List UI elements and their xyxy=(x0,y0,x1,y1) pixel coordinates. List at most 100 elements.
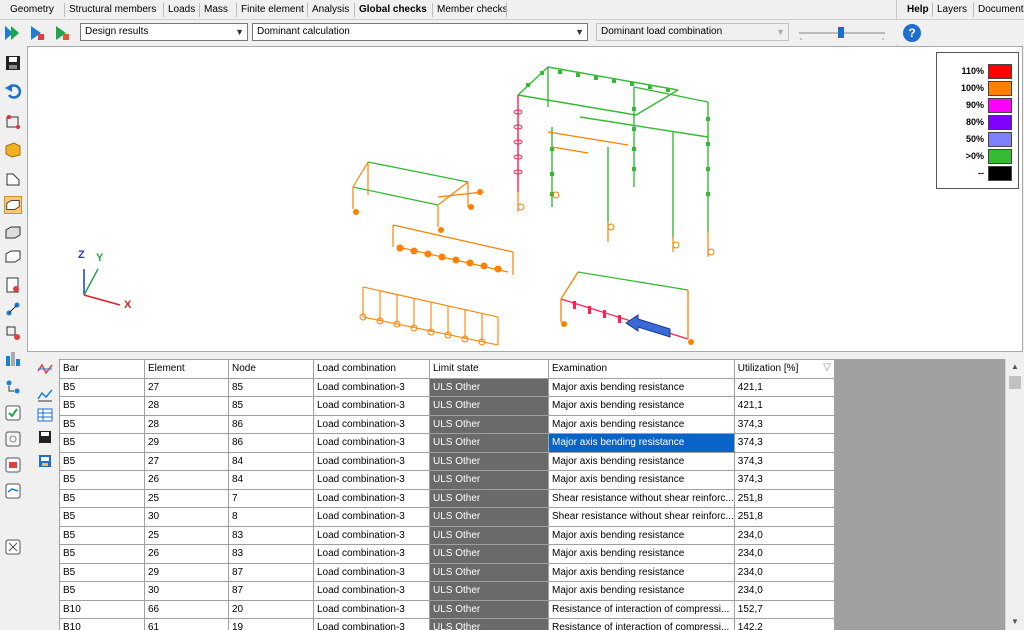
support-icon[interactable] xyxy=(4,324,22,342)
table-vertical-scrollbar[interactable]: ▲ ▼ xyxy=(1005,359,1023,630)
cell-utilization[interactable]: 251,8 xyxy=(733,488,835,508)
cell-load-combination[interactable]: Load combination-3 xyxy=(313,414,430,434)
box-icon[interactable] xyxy=(4,140,22,158)
cell-element[interactable]: 61 xyxy=(144,618,229,630)
column-header-load-combination[interactable]: Load combination xyxy=(313,359,430,379)
cell-load-combination[interactable]: Load combination-3 xyxy=(313,488,430,508)
cell-bar[interactable]: B5 xyxy=(59,470,145,490)
model-viewport-3d[interactable]: Z Y X xyxy=(27,46,1023,352)
table-icon[interactable] xyxy=(37,407,53,423)
cell-load-combination[interactable]: Load combination-3 xyxy=(313,581,430,601)
cell-node[interactable]: 87 xyxy=(228,581,314,601)
tab-loads[interactable]: Loads xyxy=(163,3,195,17)
cell-utilization[interactable]: 421,1 xyxy=(733,377,835,397)
cell-load-combination[interactable]: Load combination-3 xyxy=(313,433,430,453)
cell-node[interactable]: 83 xyxy=(228,544,314,564)
panel-splitter[interactable] xyxy=(27,352,1023,359)
cell-element[interactable]: 25 xyxy=(144,488,229,508)
cell-bar[interactable]: B5 xyxy=(59,581,145,601)
document-icon[interactable] xyxy=(4,276,22,294)
undo-icon[interactable] xyxy=(4,82,22,100)
cell-element[interactable]: 26 xyxy=(144,470,229,490)
cell-node[interactable]: 86 xyxy=(228,414,314,434)
cell-load-combination[interactable]: Load combination-3 xyxy=(313,470,430,490)
panel-icon[interactable] xyxy=(4,248,22,266)
column-header-bar[interactable]: Bar xyxy=(59,359,145,379)
cell-node[interactable]: 19 xyxy=(228,618,314,630)
connect-icon[interactable] xyxy=(4,378,22,396)
cell-node[interactable]: 84 xyxy=(228,451,314,471)
cell-limit-state[interactable]: ULS Other xyxy=(429,525,549,545)
cell-examination[interactable]: Resistance of interaction of compressi..… xyxy=(548,618,735,630)
cell-bar[interactable]: B5 xyxy=(59,507,145,527)
cell-bar[interactable]: B10 xyxy=(59,618,145,630)
report-icon[interactable] xyxy=(4,430,22,448)
save-table-icon[interactable] xyxy=(37,429,53,445)
cell-examination[interactable]: Major axis bending resistance xyxy=(548,377,735,397)
result-type-dropdown[interactable]: Design results ▼ xyxy=(80,23,248,41)
cell-limit-state[interactable]: ULS Other xyxy=(429,618,549,630)
column-header-element[interactable]: Element xyxy=(144,359,229,379)
cell-bar[interactable]: B5 xyxy=(59,525,145,545)
cell-utilization[interactable]: 374,3 xyxy=(733,451,835,471)
shape-icon[interactable] xyxy=(4,170,22,188)
cell-examination[interactable]: Resistance of interaction of compressi..… xyxy=(548,599,735,619)
tab-geometry[interactable]: Geometry xyxy=(6,3,54,17)
tab-layers[interactable]: Layers xyxy=(932,3,967,17)
table-row[interactable]: B5 30 8 Load combination-3 ULS Other Shear re… xyxy=(59,507,835,527)
cell-load-combination[interactable]: Load combination-3 xyxy=(313,451,430,471)
cell-element[interactable]: 25 xyxy=(144,525,229,545)
filter-icon[interactable] xyxy=(37,361,53,377)
cell-limit-state[interactable]: ULS Other xyxy=(429,396,549,416)
cell-limit-state[interactable]: ULS Other xyxy=(429,414,549,434)
cell-utilization[interactable]: 234,0 xyxy=(733,544,835,564)
cell-utilization[interactable]: 374,3 xyxy=(733,414,835,434)
cell-element[interactable]: 29 xyxy=(144,433,229,453)
cell-node[interactable]: 20 xyxy=(228,599,314,619)
cell-load-combination[interactable]: Load combination-3 xyxy=(313,377,430,397)
cell-bar[interactable]: B5 xyxy=(59,488,145,508)
cell-utilization[interactable]: 374,3 xyxy=(733,470,835,490)
table-row[interactable]: B5 28 85 Load combination-3 ULS Other Major a… xyxy=(59,396,835,416)
run-step-icon[interactable] xyxy=(28,24,46,42)
tab-document[interactable]: Document xyxy=(973,3,1024,17)
cell-limit-state[interactable]: ULS Other xyxy=(429,581,549,601)
cell-node[interactable]: 83 xyxy=(228,525,314,545)
print-icon[interactable] xyxy=(4,456,22,474)
graph-icon[interactable] xyxy=(37,387,53,403)
cell-utilization[interactable]: 251,8 xyxy=(733,507,835,527)
cell-load-combination[interactable]: Load combination-3 xyxy=(313,618,430,630)
cell-bar[interactable]: B5 xyxy=(59,544,145,564)
table-row[interactable]: B5 29 86 Load combination-3 ULS Other Major a… xyxy=(59,433,835,453)
calculation-dropdown[interactable]: Dominant calculation ▼ xyxy=(252,23,588,41)
tab-structural-members[interactable]: Structural members xyxy=(64,3,156,17)
cell-utilization[interactable]: 234,0 xyxy=(733,562,835,582)
table-row[interactable]: B5 26 83 Load combination-3 ULS Other Major a… xyxy=(59,544,835,564)
cell-element[interactable]: 26 xyxy=(144,544,229,564)
cell-limit-state[interactable]: ULS Other xyxy=(429,488,549,508)
cell-bar[interactable]: B5 xyxy=(59,414,145,434)
cell-bar[interactable]: B5 xyxy=(59,377,145,397)
cell-element[interactable]: 30 xyxy=(144,581,229,601)
tab-finite-element[interactable]: Finite element xyxy=(236,3,304,17)
cell-load-combination[interactable]: Load combination-3 xyxy=(313,544,430,564)
cell-node[interactable]: 86 xyxy=(228,433,314,453)
sort-arrow-icon[interactable]: ▽ xyxy=(823,362,831,373)
column-header-examination[interactable]: Examination xyxy=(548,359,735,379)
cell-examination[interactable]: Major axis bending resistance xyxy=(548,544,735,564)
run-all-icon[interactable] xyxy=(3,24,21,42)
cell-node[interactable]: 7 xyxy=(228,488,314,508)
fullscreen-icon[interactable] xyxy=(4,538,22,556)
column-header-utilization[interactable]: Utilization [%] ▽ xyxy=(733,359,835,379)
cell-element[interactable]: 66 xyxy=(144,599,229,619)
results-chart-icon[interactable] xyxy=(4,350,22,368)
column-header-node[interactable]: Node xyxy=(228,359,314,379)
cell-bar[interactable]: B5 xyxy=(59,433,145,453)
structure-model-drawing[interactable] xyxy=(28,47,1022,351)
cell-element[interactable]: 29 xyxy=(144,562,229,582)
tab-member-checks[interactable]: Member checks xyxy=(432,3,508,17)
cell-node[interactable]: 85 xyxy=(228,377,314,397)
cell-utilization[interactable]: 374,3 xyxy=(733,433,835,453)
export-icon[interactable] xyxy=(37,453,53,469)
cell-examination[interactable]: Major axis bending resistance xyxy=(548,562,735,582)
